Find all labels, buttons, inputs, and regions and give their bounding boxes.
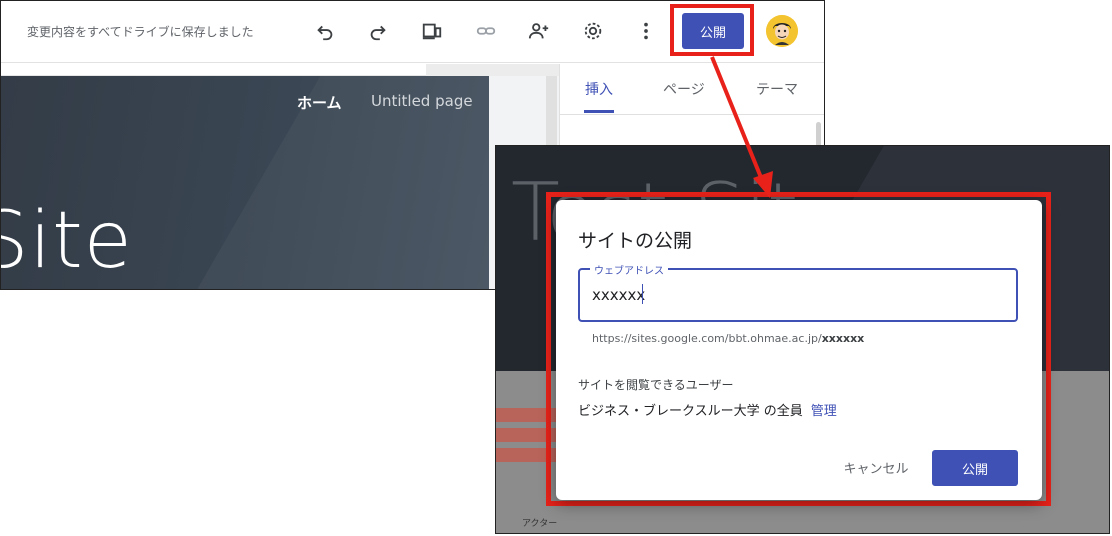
active-tab-indicator bbox=[584, 110, 614, 113]
url-suffix: xxxxxx bbox=[821, 332, 865, 345]
tab-pages[interactable]: ページ bbox=[663, 79, 705, 99]
full-url-preview: https://sites.google.com/bbt.ohmae.ac.jp… bbox=[592, 332, 864, 345]
redo-icon[interactable] bbox=[365, 18, 391, 44]
web-address-label: ウェブアドレス bbox=[590, 262, 668, 277]
editor-toolbar: 変更内容をすべてドライブに保存しました 公開 bbox=[1, 1, 824, 63]
site-header-canvas[interactable]: ホーム Untitled page Site bbox=[1, 76, 489, 289]
url-prefix: https://sites.google.com/bbt.ohmae.ac.jp… bbox=[592, 332, 822, 345]
text-caret bbox=[642, 284, 643, 304]
publish-button-highlight-box bbox=[670, 4, 754, 56]
dialog-title: サイトの公開 bbox=[578, 230, 693, 252]
settings-gear-icon[interactable] bbox=[580, 18, 606, 44]
avatar[interactable] bbox=[766, 15, 798, 47]
web-address-input[interactable] bbox=[592, 286, 1002, 304]
tab-themes[interactable]: テーマ bbox=[756, 79, 798, 99]
web-address-field[interactable]: ウェブアドレス bbox=[578, 262, 1018, 322]
manage-link[interactable]: 管理 bbox=[811, 404, 837, 419]
site-title-text[interactable]: Site bbox=[1, 196, 133, 286]
ruler-scroll-thumb[interactable] bbox=[426, 64, 559, 76]
viewers-label: サイトを閲覧できるユーザー bbox=[578, 378, 734, 392]
nav-item-home[interactable]: ホーム bbox=[297, 92, 342, 113]
undo-icon[interactable] bbox=[312, 18, 338, 44]
viewers-group: ビジネス・ブレークスルー大学 の全員 bbox=[578, 404, 803, 419]
background-footer-text: アクター bbox=[522, 519, 558, 529]
share-person-add-icon[interactable] bbox=[526, 18, 552, 44]
avatar-illustration-icon bbox=[766, 15, 798, 47]
save-status-text: 変更内容をすべてドライブに保存しました bbox=[27, 25, 254, 39]
link-icon[interactable] bbox=[473, 18, 499, 44]
preview-devices-icon[interactable] bbox=[419, 18, 445, 44]
tab-divider bbox=[560, 114, 824, 115]
publish-site-dialog: サイトの公開 ウェブアドレス https://sites.google.com/… bbox=[556, 200, 1042, 500]
tab-insert[interactable]: 挿入 bbox=[585, 79, 613, 99]
viewers-value: ビジネス・ブレークスルー大学 の全員 管理 bbox=[578, 400, 837, 419]
nav-item-untitled-page[interactable]: Untitled page bbox=[371, 92, 473, 110]
more-vert-icon[interactable] bbox=[633, 18, 659, 44]
dialog-publish-button[interactable]: 公開 bbox=[932, 450, 1018, 486]
cancel-button[interactable]: キャンセル bbox=[836, 452, 916, 482]
